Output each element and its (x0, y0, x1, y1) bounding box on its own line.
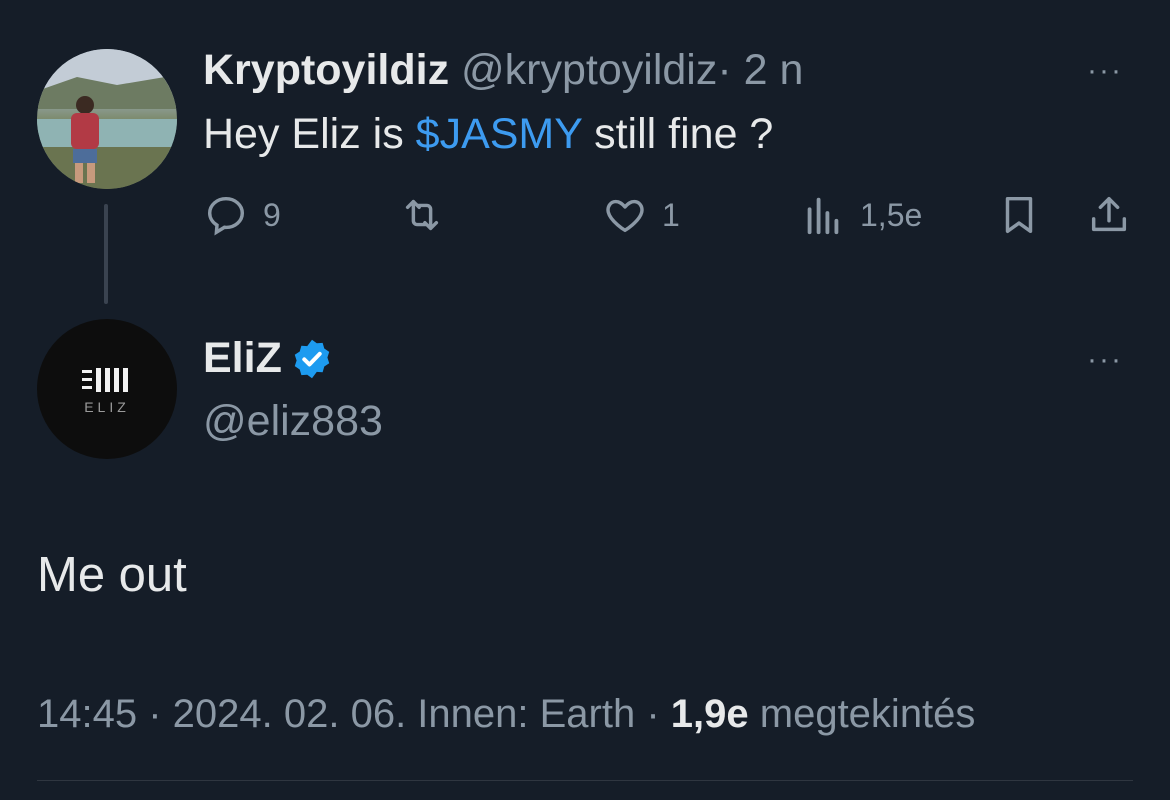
retweet-button[interactable] (399, 192, 445, 238)
avatar-photo (37, 49, 177, 189)
tweet1-more-button[interactable]: ··· (1087, 54, 1123, 88)
tweet2-date-source: 2024. 02. 06. Innen: Earth (172, 692, 636, 736)
tweet1-handle[interactable]: @kryptoyildiz (461, 46, 717, 94)
divider (37, 780, 1133, 781)
thread-connector (104, 204, 108, 304)
views-button[interactable]: 1,5e (800, 192, 922, 238)
tweet2-views-count[interactable]: 1,9e (671, 692, 749, 736)
bookmark-button[interactable] (996, 192, 1042, 238)
tweet2-time[interactable]: 14:45 (37, 692, 137, 736)
views-icon (807, 197, 839, 235)
tweet1-time[interactable]: 2 n (744, 46, 804, 94)
like-button[interactable]: 1 (602, 192, 680, 238)
cashtag-link[interactable]: $JASMY (416, 110, 583, 158)
tweet1-text: Hey Eliz is $JASMY still fine ? (203, 110, 773, 159)
tweet2-handle[interactable]: @eliz883 (203, 397, 383, 446)
eliz-logo-icon (82, 368, 128, 392)
like-icon (606, 199, 644, 233)
reply-button[interactable]: 9 (203, 192, 281, 238)
tweet2-views-label: megtekintés (748, 692, 976, 736)
tweet1-header: Kryptoyildiz @kryptoyildiz· 2 n (203, 46, 803, 95)
tweet2-more-button[interactable]: ··· (1087, 343, 1123, 377)
tweet2-name-row: EliZ (203, 334, 334, 383)
avatar-eliz[interactable]: ELIZ (37, 319, 177, 459)
share-button[interactable] (1086, 192, 1132, 238)
verified-badge-icon (294, 339, 330, 378)
bookmark-icon (1005, 196, 1033, 234)
share-icon (1091, 196, 1127, 232)
tweet1-display-name[interactable]: Kryptoyildiz (203, 46, 449, 94)
reply-count: 9 (263, 196, 281, 233)
tweet2-meta: 14:45 · 2024. 02. 06. Innen: Earth · 1,9… (37, 692, 975, 737)
reply-icon (207, 196, 245, 236)
retweet-icon (405, 199, 439, 231)
meta-separator-2: · (635, 692, 671, 736)
views-count: 1,5e (860, 196, 923, 233)
avatar-eliz-text: ELIZ (84, 399, 130, 415)
tweet2-display-name[interactable]: EliZ (203, 334, 282, 383)
tweet1-actions: 9 1 1,5e (203, 192, 1143, 242)
tweet1-text-before: Hey Eliz is (203, 110, 416, 158)
avatar-kryptoyildiz[interactable] (37, 49, 177, 189)
like-count: 1 (662, 196, 680, 233)
meta-separator-1: · (137, 692, 173, 736)
tweet1-separator: · (717, 46, 732, 94)
tweet1-text-after: still fine ? (582, 110, 774, 158)
tweet2-text: Me out (37, 548, 187, 602)
